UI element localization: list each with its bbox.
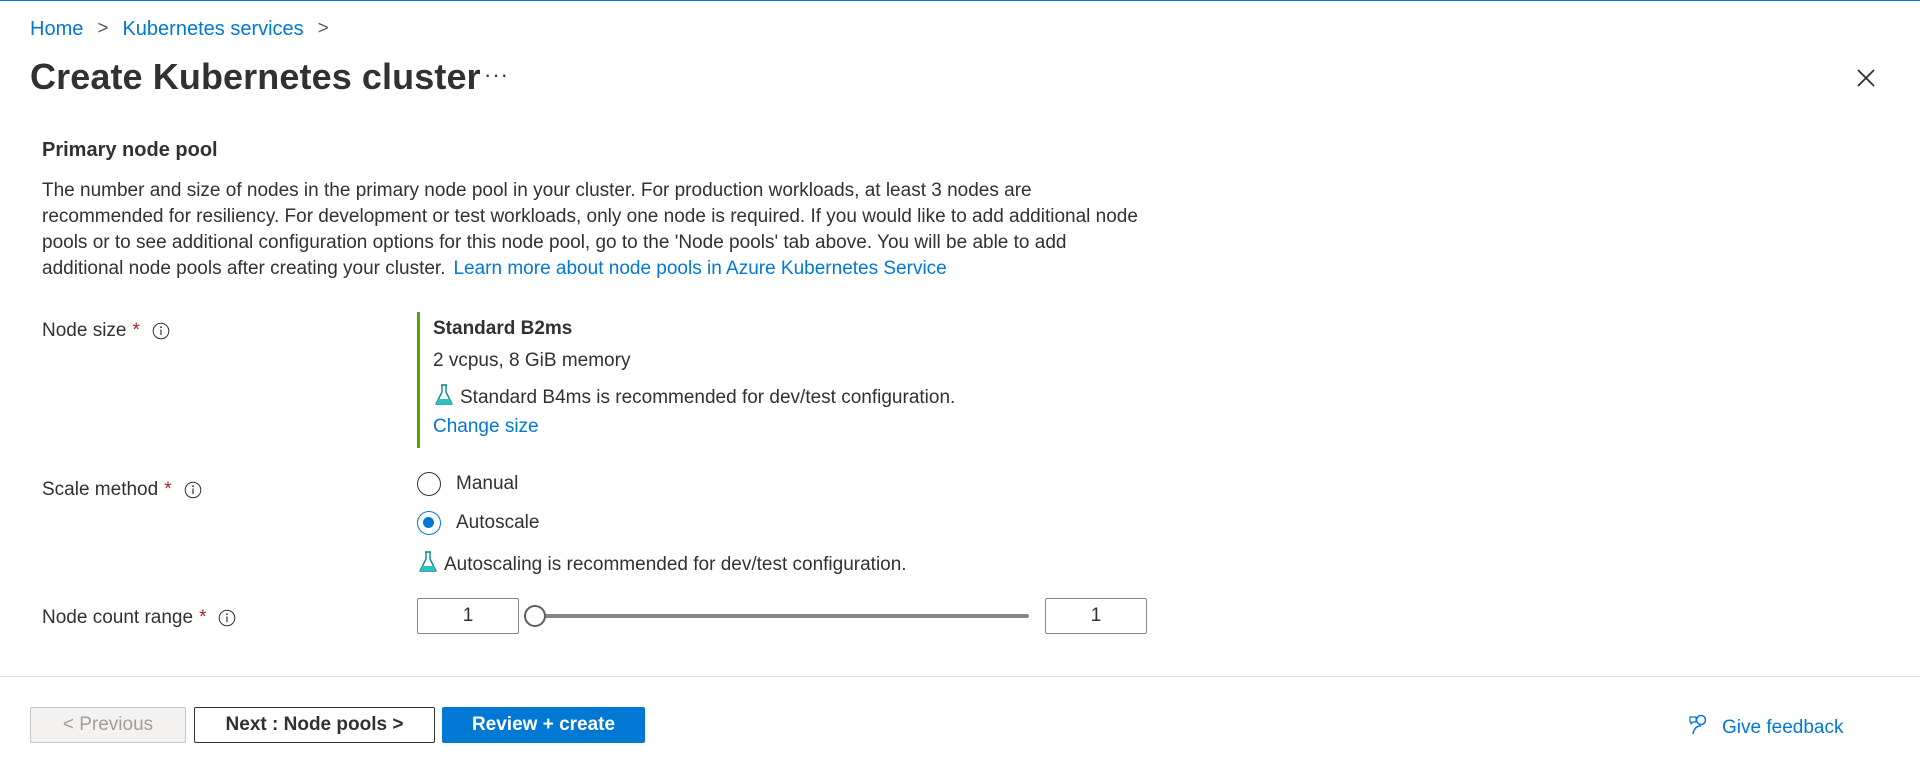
breadcrumb: Home > Kubernetes services > xyxy=(30,16,343,42)
scale-option-manual[interactable]: Manual xyxy=(417,472,518,496)
scale-option-autoscale[interactable]: Autoscale xyxy=(417,511,539,535)
required-mark: * xyxy=(132,320,140,341)
node-count-slider-track[interactable] xyxy=(535,614,1029,618)
section-title: Primary node pool xyxy=(42,139,218,161)
node-count-label: Node count range xyxy=(42,607,194,628)
close-icon[interactable] xyxy=(1852,64,1880,92)
node-size-recommendation-text: Standard B4ms is recommended for dev/tes… xyxy=(460,387,956,408)
info-icon[interactable] xyxy=(184,481,202,499)
breadcrumb-home[interactable]: Home xyxy=(30,18,83,41)
info-icon[interactable] xyxy=(218,609,236,627)
top-accent-line xyxy=(0,0,1920,1)
node-size-panel: Standard B2ms 2 vcpus, 8 GiB memory Stan… xyxy=(417,312,1020,448)
flask-icon xyxy=(433,383,460,413)
page-title: Create Kubernetes cluster xyxy=(30,56,481,97)
info-icon[interactable] xyxy=(152,322,170,340)
autoscale-recommendation: Autoscaling is recommended for dev/test … xyxy=(417,550,907,580)
scale-method-label-group: Scale method * xyxy=(42,477,202,503)
chevron-right-icon: > xyxy=(317,18,329,39)
autoscale-radio-label: Autoscale xyxy=(456,512,540,533)
node-count-max-input[interactable] xyxy=(1045,598,1147,634)
previous-button[interactable]: < Previous xyxy=(30,707,186,743)
give-feedback-label: Give feedback xyxy=(1722,717,1844,738)
footer-divider xyxy=(0,676,1920,677)
node-count-slider-thumb[interactable] xyxy=(524,605,546,627)
manual-radio[interactable] xyxy=(417,472,441,496)
node-size-label: Node size xyxy=(42,320,127,341)
node-count-min-input[interactable] xyxy=(417,598,519,634)
learn-more-link[interactable]: Learn more about node pools in Azure Kub… xyxy=(453,258,946,279)
review-create-button[interactable]: Review + create xyxy=(442,707,645,743)
node-size-recommendation: Standard B4ms is recommended for dev/tes… xyxy=(433,383,955,413)
required-mark: * xyxy=(164,479,172,500)
autoscale-recommendation-text: Autoscaling is recommended for dev/test … xyxy=(444,554,907,575)
autoscale-radio[interactable] xyxy=(417,511,441,535)
next-node-pools-button[interactable]: Next : Node pools > xyxy=(194,707,435,743)
manual-radio-label: Manual xyxy=(456,473,519,494)
section-description: The number and size of nodes in the prim… xyxy=(42,178,1152,282)
node-count-label-group: Node count range * xyxy=(42,605,236,631)
flask-icon xyxy=(417,550,444,580)
scale-method-label: Scale method xyxy=(42,479,159,500)
required-mark: * xyxy=(199,607,207,628)
feedback-icon xyxy=(1688,713,1722,743)
node-size-name: Standard B2ms xyxy=(433,318,573,339)
change-size-link[interactable]: Change size xyxy=(433,416,539,438)
breadcrumb-kubernetes-services[interactable]: Kubernetes services xyxy=(122,18,303,41)
give-feedback-link[interactable]: Give feedback xyxy=(1688,713,1843,743)
more-icon[interactable]: ··· xyxy=(484,62,509,88)
chevron-right-icon: > xyxy=(97,18,109,39)
node-size-label-group: Node size * xyxy=(42,318,170,344)
node-size-spec: 2 vcpus, 8 GiB memory xyxy=(433,350,631,371)
